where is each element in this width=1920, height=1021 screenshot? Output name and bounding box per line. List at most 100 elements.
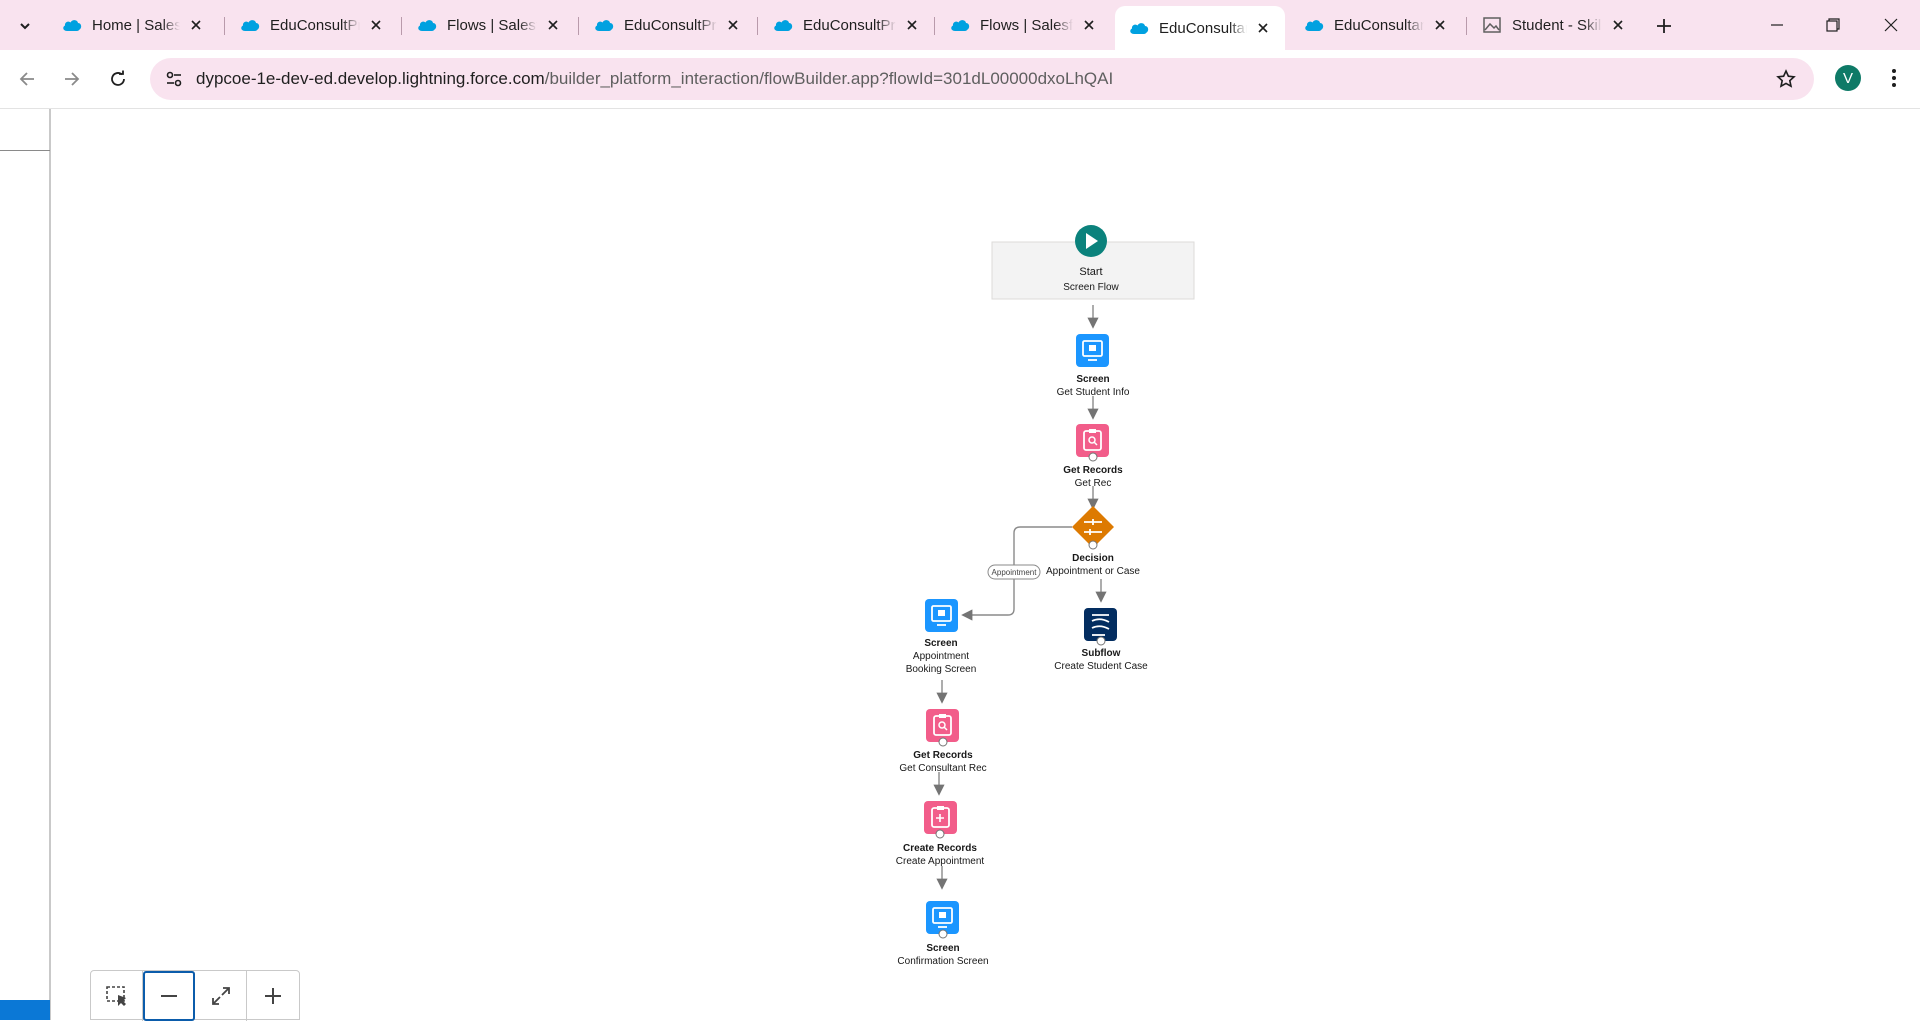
tab-separator [934,17,935,35]
close-window-icon[interactable] [1871,10,1911,40]
tab-separator [224,17,225,35]
tab-title: EduConsultPro [624,16,717,34]
node-label: Create Appointment [896,856,985,867]
close-icon[interactable] [1608,15,1628,35]
node-type: Screen [1076,374,1109,385]
salesforce-cloud-icon [418,20,437,31]
node-label: Appointment or Case [1046,566,1140,577]
node-type: Subflow [1082,648,1121,659]
site-info-tune-icon[interactable] [162,67,186,91]
panel-divider [0,150,50,151]
create-records-node-create-appointment[interactable]: Create Records Create Appointment [896,801,985,867]
tab-search-chevron-icon[interactable] [12,13,38,39]
tab-separator [578,17,579,35]
close-icon[interactable] [366,15,386,35]
browser-tab[interactable]: EduConsultPro [580,8,755,42]
image-icon [1483,17,1501,33]
flow-canvas[interactable]: Start Screen Flow Screen Get Student Inf… [52,109,1920,1020]
node-label: Get Student Info [1057,387,1130,398]
tab-separator [1466,17,1467,35]
tab-title: Flows | Salesforce [447,16,537,34]
restore-icon[interactable] [1813,10,1853,40]
browser-tab[interactable]: Flows | Salesforce [403,8,575,42]
close-icon[interactable] [1430,15,1450,35]
start-node[interactable]: Start Screen Flow [991,225,1195,300]
screen-node-get-student-info[interactable]: Screen Get Student Info [1057,334,1130,398]
canvas-zoom-controls [90,970,300,1021]
tab-title: Student - Skill [1512,16,1602,34]
close-icon[interactable] [1079,15,1099,35]
subflow-node-create-student-case[interactable]: Subflow Create Student Case [1054,608,1148,672]
node-label: Confirmation Screen [897,956,988,967]
browser-tab[interactable]: Student - Skill [1468,8,1640,42]
browser-tab[interactable]: EduConsultant [1290,8,1462,42]
close-icon[interactable] [543,15,563,35]
browser-tab[interactable]: Flows | Salesforce [936,8,1111,42]
salesforce-cloud-icon [241,20,260,31]
node-type: Decision [1072,553,1114,564]
new-tab-plus-icon[interactable] [1650,12,1678,40]
more-vert-icon[interactable] [1880,64,1908,92]
branch-label: Appointment [992,568,1038,577]
salesforce-cloud-icon [1305,20,1324,31]
minus-icon [160,995,177,997]
decision-node-appointment-or-case[interactable]: Decision Appointment or Case [1046,506,1140,577]
tab-strip: Home | Salesforce EduConsultPro Flows | … [0,0,1920,50]
bookmark-star-icon[interactable] [1774,67,1798,91]
tab-title: Home | Salesforce [92,16,180,34]
flow-diagram: Start Screen Flow Screen Get Student Inf… [896,225,1195,967]
node-type: Get Records [913,750,973,761]
start-title: Start [1079,266,1102,278]
node-type: Screen [926,943,959,954]
get-records-node-get-consultant-rec[interactable]: Get Records Get Consultant Rec [899,709,987,774]
close-icon[interactable] [1253,18,1273,38]
expand-icon [211,987,230,1005]
tab-separator [401,17,402,35]
node-label: Booking Screen [906,664,977,675]
salesforce-cloud-icon [63,20,82,31]
tab-title: Flows | Salesforce [980,16,1073,34]
node-type: Get Records [1063,465,1123,476]
zoom-in-button[interactable] [247,971,299,1021]
fit-to-view-button[interactable] [195,971,247,1021]
salesforce-cloud-icon [774,20,793,31]
branch-label-appointment[interactable]: Appointment [987,564,1041,580]
browser-tab[interactable]: EduConsultPro [226,8,398,42]
salesforce-cloud-icon [595,20,614,31]
tab-title: EduConsultant [1334,16,1424,34]
plus-icon [265,988,281,1004]
reload-icon[interactable] [104,65,132,93]
close-icon[interactable] [723,15,743,35]
screen-node-appointment-booking[interactable]: Screen Appointment Booking Screen [906,599,977,675]
node-type: Screen [924,638,957,649]
node-label: Get Rec [1075,478,1112,489]
screen-node-confirmation[interactable]: Screen Confirmation Screen [897,901,989,967]
get-records-node-get-rec[interactable]: Get Records Get Rec [1063,424,1123,489]
tab-separator [757,17,758,35]
back-arrow-icon[interactable] [13,65,41,93]
browser-tab[interactable]: EduConsultPro [759,8,934,42]
salesforce-cloud-icon [951,20,970,31]
node-label: Create Student Case [1054,661,1148,672]
node-type: Create Records [903,843,977,854]
browser-tab-active[interactable]: EduConsultant [1115,6,1285,50]
forward-arrow-icon[interactable] [58,65,86,93]
url-host: dypcoe-1e-dev-ed.develop.lightning.force… [196,69,545,88]
browser-tab[interactable]: Home | Salesforce [48,8,218,42]
salesforce-cloud-icon [1130,23,1149,34]
select-elements-button[interactable] [91,971,143,1021]
close-icon[interactable] [186,15,206,35]
tab-title: EduConsultant [1159,19,1247,37]
start-subtitle: Screen Flow [1063,282,1119,293]
minimize-icon[interactable] [1757,10,1797,40]
node-label: Appointment [913,651,969,662]
address-bar[interactable]: dypcoe-1e-dev-ed.develop.lightning.force… [150,58,1814,100]
marquee-select-icon [105,986,126,1006]
tab-title: EduConsultPro [270,16,360,34]
profile-avatar[interactable]: V [1835,65,1861,91]
panel-footer-button[interactable] [0,1000,50,1020]
url-text: dypcoe-1e-dev-ed.develop.lightning.force… [196,69,1113,89]
close-icon[interactable] [902,15,922,35]
zoom-out-button[interactable] [143,971,195,1021]
tab-title: EduConsultPro [803,16,896,34]
